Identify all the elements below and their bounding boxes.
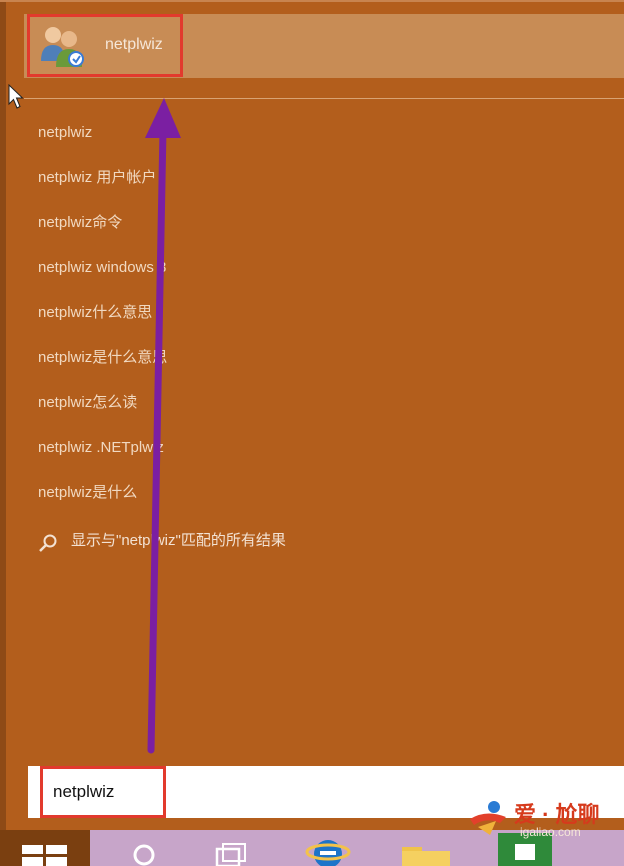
- folder-icon[interactable]: [400, 845, 452, 866]
- watermark: 爱 · 尬聊 igaliao.com: [466, 797, 616, 839]
- watermark-url: igaliao.com: [520, 825, 581, 839]
- search-all-label: 显示与"netplwiz"匹配的所有结果: [71, 532, 286, 549]
- task-view-icon[interactable]: [215, 843, 247, 866]
- search-icon: [39, 534, 57, 552]
- suggestion-item[interactable]: netplwiz怎么读: [38, 390, 167, 435]
- suggestion-item[interactable]: netplwiz是什么: [38, 480, 167, 525]
- divider: [24, 98, 624, 99]
- suggestion-item[interactable]: netplwiz windows 8: [38, 255, 167, 300]
- suggestion-item[interactable]: netplwiz是什么意思: [38, 345, 167, 390]
- suggestion-item[interactable]: netplwiz什么意思: [38, 300, 167, 345]
- suggestion-item[interactable]: netplwiz: [38, 120, 167, 165]
- suggestion-list: netplwiz netplwiz 用户帐户 netplwiz命令 netplw…: [38, 120, 167, 525]
- suggestion-item[interactable]: netplwiz 用户帐户: [38, 165, 167, 210]
- top-edge: [0, 0, 624, 2]
- search-input[interactable]: [40, 766, 166, 818]
- search-icon[interactable]: [130, 843, 158, 866]
- internet-explorer-icon[interactable]: [305, 836, 351, 866]
- suggestion-item[interactable]: netplwiz命令: [38, 210, 167, 255]
- left-edge: [0, 0, 6, 866]
- users-icon: [37, 22, 87, 70]
- suggestion-item[interactable]: netplwiz .NETplwiz: [38, 435, 167, 480]
- mouse-pointer-icon: [8, 84, 24, 109]
- site-logo-icon: [470, 801, 506, 835]
- windows-logo-icon[interactable]: [22, 845, 68, 866]
- best-match-label: netplwiz: [105, 36, 163, 53]
